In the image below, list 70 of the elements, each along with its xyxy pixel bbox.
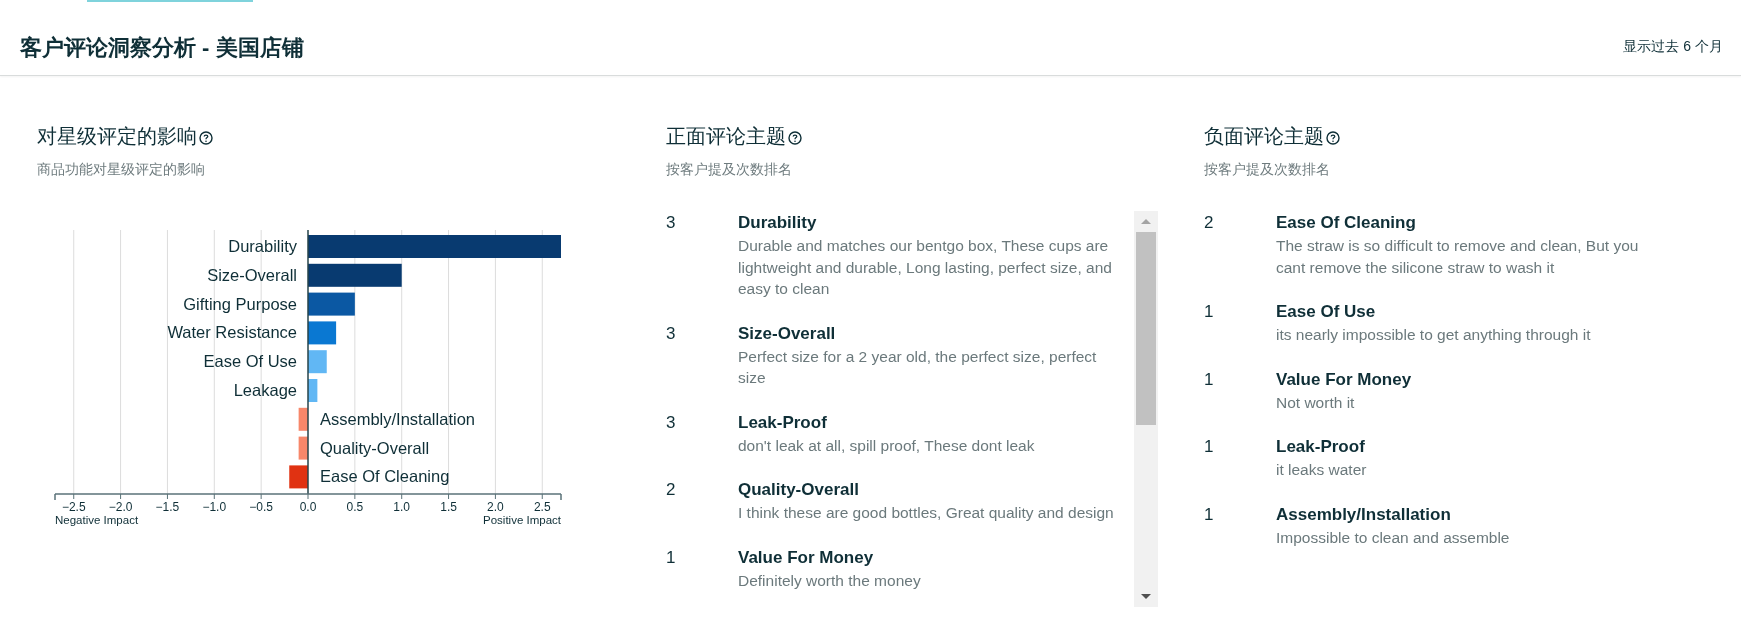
category-label: Ease Of Cleaning	[320, 467, 450, 486]
time-range-label: 显示过去 6 个月	[1623, 37, 1723, 56]
topic-title: Value For Money	[1276, 368, 1413, 391]
mention-count: 3	[666, 322, 677, 345]
help-icon[interactable]	[1326, 131, 1340, 145]
bar	[308, 321, 337, 345]
mention-count: 1	[1204, 436, 1215, 458]
tick-label: 1.5	[440, 500, 457, 514]
topic-title: Ease Of Cleaning	[1276, 212, 1417, 234]
review-excerpt: don't leak at all, spill proof, These dont leak	[738, 435, 1036, 456]
topic-title: Ease Of Use	[1276, 301, 1377, 323]
topic-title: Leak-Proof	[738, 411, 828, 434]
axis-annotation: Positive Impact	[483, 514, 561, 526]
mention-count: 2	[1204, 212, 1215, 234]
category-label: Leakage	[233, 381, 297, 399]
category-label: Assembly/Installation	[320, 409, 475, 428]
tick-label: 0.5	[346, 500, 364, 514]
review-excerpt: its nearly impossible to get anything through it	[1276, 325, 1592, 345]
topic-title: Assembly/Installation	[1276, 503, 1452, 526]
category-label: Durability	[228, 237, 297, 255]
tick-label: 1.0	[393, 500, 411, 514]
section-subtitle: 商品功能对星级评定的影响	[37, 160, 206, 179]
mention-count: 3	[666, 212, 677, 234]
review-excerpt: I think these are good bottles, Great quality and design	[738, 503, 1115, 523]
mention-count: 3	[666, 411, 677, 434]
bar	[298, 436, 308, 460]
tick-label: −1.5	[155, 500, 180, 514]
section-title: 对星级评定的影响	[37, 124, 197, 149]
topic-title: Leak-Proof	[1276, 436, 1366, 458]
review-excerpt: Definitely worth the money	[738, 570, 922, 591]
help-icon[interactable]	[788, 131, 802, 145]
bar	[308, 379, 318, 402]
help-icon[interactable]	[199, 131, 213, 145]
category-label: Quality-Overall	[320, 438, 430, 457]
category-label: Gifting Purpose	[183, 294, 297, 313]
review-excerpt: Not worth it	[1276, 392, 1356, 413]
axis-annotation: Negative Impact	[55, 514, 139, 526]
mention-count: 1	[666, 546, 677, 569]
tick-label: −2.5	[61, 500, 86, 514]
tick-label: 2.0	[487, 500, 504, 514]
topic-title: Value For Money	[738, 546, 875, 569]
category-label: Water Resistance	[167, 323, 297, 342]
category-label: Ease Of Use	[203, 352, 297, 371]
mention-count: 1	[1204, 301, 1215, 323]
scroll-down-icon[interactable]	[1141, 594, 1151, 599]
topic-title: Size-Overall	[738, 322, 837, 345]
bar	[308, 292, 355, 316]
bar	[298, 407, 308, 431]
review-excerpt: Perfect size for a 2 year old, the perfect size, perfect size	[738, 346, 1098, 388]
mention-count: 1	[1204, 368, 1215, 391]
scrollbar-thumb[interactable]	[1136, 232, 1156, 425]
section-subtitle: 按客户提及次数排名	[666, 160, 793, 179]
review-excerpt: it leaks water	[1276, 460, 1368, 480]
review-excerpt: Durable and matches our bentgo box, These cups are lightweight and durable, Long lasting, perfect size, and easy to clean	[738, 236, 1113, 299]
tick-label: 2.5	[533, 500, 551, 514]
review-excerpt: The straw is so difficult to remove and clean, But you cant remove the silicone straw to wash it	[1276, 236, 1640, 278]
topic-title: Durability	[738, 212, 818, 234]
page-title: 客户评论洞察分析 - 美国店铺	[20, 33, 304, 62]
tick-label: −1.0	[202, 500, 227, 514]
section-title: 负面评论主题	[1204, 124, 1324, 149]
section-title: 正面评论主题	[666, 124, 786, 149]
review-excerpt: Impossible to clean and assemble	[1276, 527, 1511, 548]
tick-label: −0.5	[249, 500, 273, 514]
section-subtitle: 按客户提及次数排名	[1204, 160, 1331, 179]
category-label: Size-Overall	[207, 265, 297, 284]
tick-label: −2.0	[108, 500, 133, 514]
mention-count: 1	[1204, 503, 1215, 526]
mention-count: 2	[666, 479, 677, 501]
topic-title: Quality-Overall	[738, 479, 860, 501]
tick-label: 0.0	[299, 500, 317, 514]
